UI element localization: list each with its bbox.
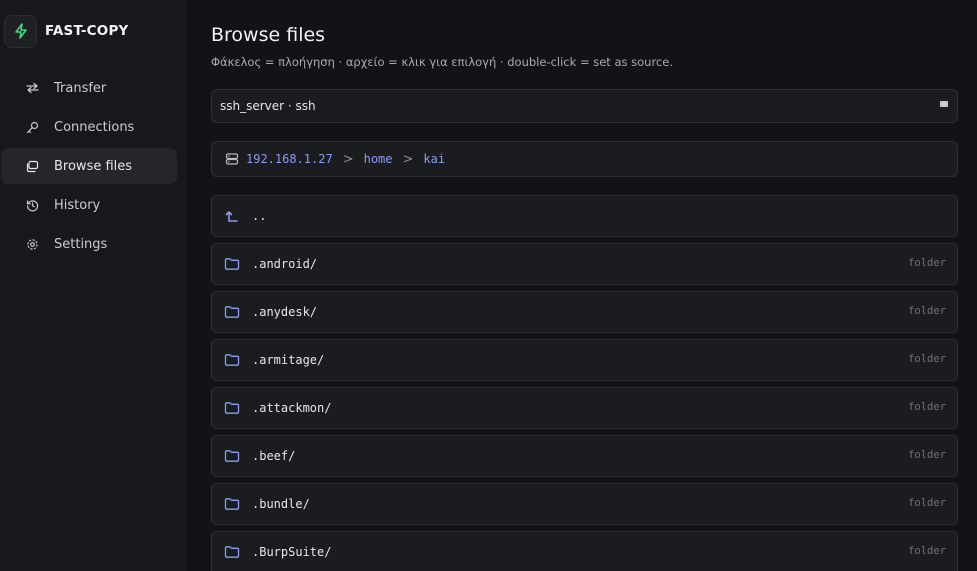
sidebar-item-label: Transfer [54, 80, 107, 96]
sidebar-item-browse-files[interactable]: Browse files [1, 148, 177, 184]
app-name: FAST-COPY [45, 23, 129, 39]
breadcrumb-home[interactable]: home [364, 152, 393, 166]
file-name: .anydesk/ [252, 305, 318, 319]
sidebar-item-label: Connections [54, 119, 135, 135]
file-name: .attackmon/ [252, 401, 332, 415]
breadcrumb: 192.168.1.27 > home > kai [211, 141, 958, 177]
file-row[interactable]: .attackmon/ folder [211, 387, 958, 429]
dropdown-icon [940, 101, 948, 107]
sidebar-item-transfer[interactable]: Transfer [1, 70, 177, 106]
file-name: .armitage/ [252, 353, 325, 367]
page-subtitle: Φάκελος = πλοήγηση · αρχείο = κλικ για ε… [211, 55, 673, 69]
file-name: .bundle/ [252, 497, 310, 511]
source-select-value: ssh_server · ssh [220, 99, 316, 113]
file-name: .android/ [252, 257, 318, 271]
breadcrumb-kai[interactable]: kai [423, 152, 445, 166]
breadcrumb-separator: > [342, 151, 354, 167]
file-kind: folder [908, 497, 946, 509]
folder-icon [224, 544, 240, 560]
file-row[interactable]: .armitage/ folder [211, 339, 958, 381]
folder-icon [224, 352, 240, 368]
browse-icon [25, 159, 39, 173]
server-icon [225, 152, 239, 166]
source-select[interactable]: ssh_server · ssh [211, 89, 958, 123]
history-icon [25, 198, 39, 212]
up-arrow-icon [224, 208, 240, 224]
file-name: .beef/ [252, 449, 296, 463]
file-row[interactable]: .anydesk/ folder [211, 291, 958, 333]
folder-icon [224, 400, 240, 416]
sidebar: FAST-COPY Transfer Connections Browse fi… [0, 0, 186, 571]
file-kind: folder [908, 545, 946, 557]
sidebar-item-settings[interactable]: Settings [1, 226, 177, 262]
breadcrumb-host[interactable]: 192.168.1.27 [246, 152, 333, 166]
sidebar-item-history[interactable]: History [1, 187, 177, 223]
folder-icon [224, 448, 240, 464]
folder-icon [224, 304, 240, 320]
key-icon [25, 120, 39, 134]
arrows-swap-icon [25, 81, 39, 95]
gear-icon [25, 237, 39, 251]
file-row[interactable]: .bundle/ folder [211, 483, 958, 525]
sidebar-item-label: Browse files [54, 158, 133, 174]
sidebar-item-connections[interactable]: Connections [1, 109, 177, 145]
breadcrumb-separator: > [402, 151, 414, 167]
file-kind: folder [908, 353, 946, 365]
file-name: .BurpSuite/ [252, 544, 332, 559]
file-kind: folder [908, 305, 946, 317]
file-kind: folder [908, 449, 946, 461]
sidebar-item-label: History [54, 197, 101, 213]
brand: FAST-COPY [4, 14, 129, 48]
bolt-icon [4, 14, 37, 48]
file-row[interactable]: .BurpSuite/ folder [211, 531, 958, 571]
folder-icon [224, 496, 240, 512]
parent-directory-row[interactable]: .. [211, 195, 958, 237]
file-row[interactable]: .android/ folder [211, 243, 958, 285]
file-row[interactable]: .beef/ folder [211, 435, 958, 477]
folder-icon [224, 256, 240, 272]
file-kind: folder [908, 401, 946, 413]
page-title: Browse files [211, 24, 326, 46]
parent-directory-label: .. [252, 209, 267, 223]
file-kind: folder [908, 257, 946, 269]
sidebar-item-label: Settings [54, 236, 108, 252]
